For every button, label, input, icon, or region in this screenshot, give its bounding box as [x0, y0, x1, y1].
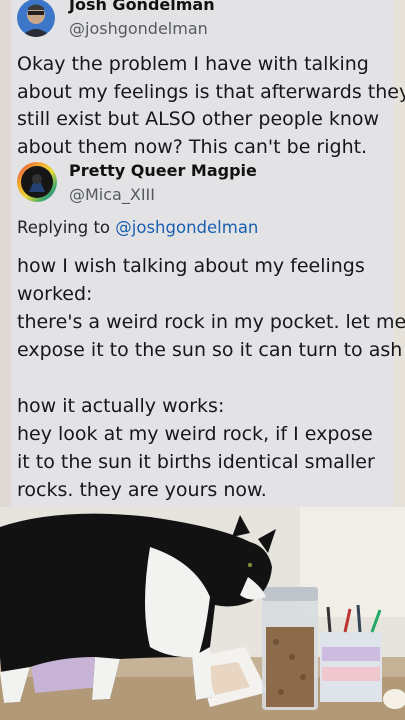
reply-text-line: expose it to the sun so it can turn to a… — [17, 339, 403, 361]
reply-author-handle[interactable]: @Mica_XIII — [69, 185, 155, 204]
cat-photo-illustration — [0, 507, 405, 720]
reply-text-line — [17, 364, 393, 392]
reply-text-line: hey look at my weird rock, if I expose — [17, 423, 373, 445]
reply-text-line: rocks. they are yours now. — [17, 479, 267, 501]
author-handle[interactable]: @joshgondelman — [69, 19, 208, 38]
reply-text-line: worked: — [17, 283, 93, 305]
author-name[interactable]: Josh Gondelman — [69, 0, 215, 14]
background-left-edge — [0, 0, 11, 507]
reply-tweet-text: how I wish talking about my feelings wor… — [17, 252, 405, 504]
tweet-text-line: about my feelings is that afterwards the… — [17, 80, 405, 103]
avatar-josh-gondelman[interactable] — [17, 0, 55, 37]
replying-to-label: Replying to — [17, 218, 111, 237]
replying-to-line: Replying to @joshgondelman — [17, 218, 258, 237]
avatar-pretty-queer-magpie[interactable] — [17, 162, 57, 202]
avatar-image — [17, 0, 55, 37]
reply-text-line: how I wish talking about my feelings — [17, 255, 365, 277]
original-tweet-text: Okay the problem I have with talking abo… — [17, 51, 405, 161]
reply-author-name[interactable]: Pretty Queer Magpie — [69, 161, 257, 180]
background-right-edge — [394, 0, 405, 507]
tweet-text-line: about them now? This can't be right. — [17, 135, 368, 158]
cat-photo — [0, 507, 405, 720]
avatar-image — [17, 162, 57, 202]
reply-text-line: how it actually works: — [17, 395, 225, 417]
reply-text-line: there's a weird rock in my pocket. let m… — [17, 311, 405, 333]
reply-text-line: it to the sun it births identical smalle… — [17, 451, 375, 473]
tweet-text-line: still exist but ALSO other people know — [17, 108, 380, 130]
replying-to-handle-link[interactable]: @joshgondelman — [115, 218, 258, 237]
tweet-screenshot-card: Josh Gondelman @joshgondelman Okay the p… — [11, 0, 405, 507]
tweet-text-line: Okay the problem I have with talking — [17, 53, 369, 75]
